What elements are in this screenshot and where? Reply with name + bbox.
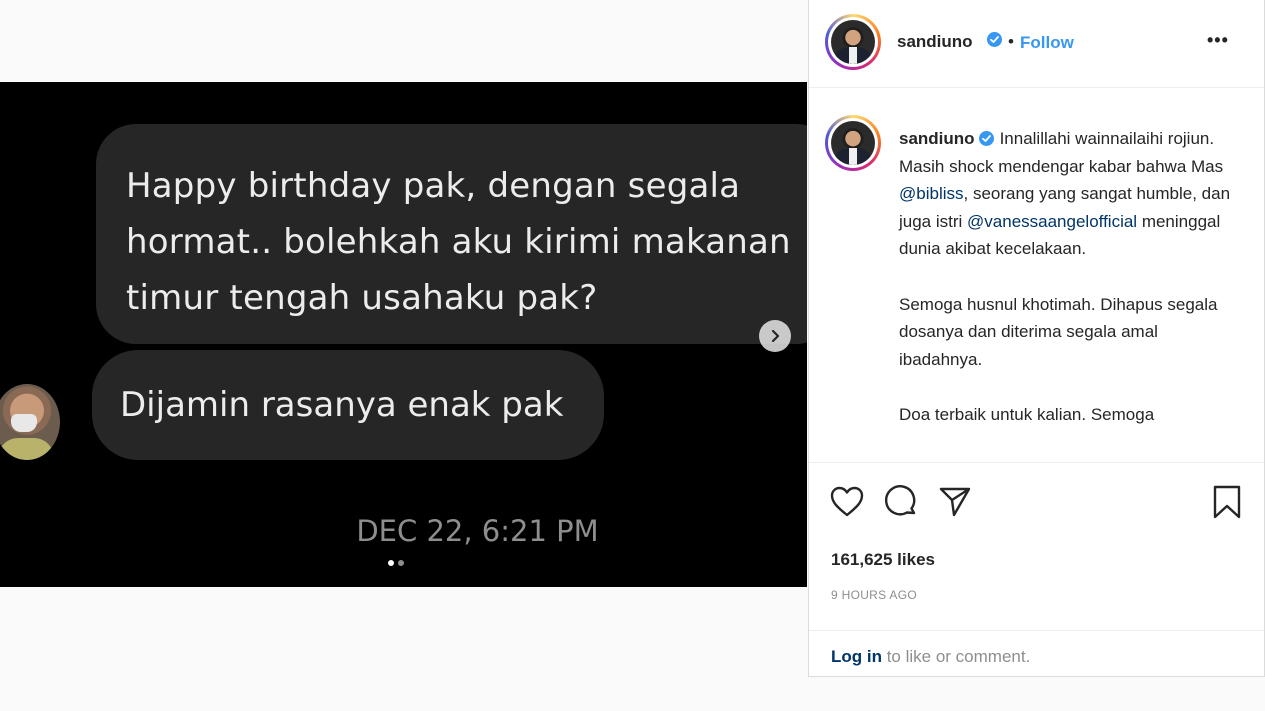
- caption-avatar[interactable]: [825, 115, 881, 171]
- post-header: sandiuno • Follow •••: [809, 0, 1264, 88]
- carousel-indicator: [388, 560, 404, 566]
- message-bubble-1: Happy birthday pak, dengan segala hormat…: [96, 124, 807, 344]
- comment-icon[interactable]: [883, 484, 919, 520]
- carousel-dot-active: [388, 560, 394, 566]
- login-prompt: Log in to like or comment.: [831, 647, 1030, 667]
- more-options-icon[interactable]: •••: [1207, 30, 1229, 51]
- post-side-panel: sandiuno • Follow ••• sandiuno Innalillah…: [808, 0, 1265, 677]
- story-ring-avatar[interactable]: [825, 14, 881, 70]
- verified-badge-icon: [987, 32, 1002, 47]
- chevron-right-icon: [771, 329, 780, 343]
- avatar: [831, 121, 875, 165]
- caption-username[interactable]: sandiuno: [899, 129, 975, 148]
- mention-link[interactable]: @bibliss: [899, 184, 964, 203]
- message-bubble-2: Dijamin rasanya enak pak: [92, 350, 604, 460]
- caption-paragraph-3: Doa terbaik untuk kalian. Semoga: [899, 405, 1155, 424]
- caption-section: sandiuno Innalillahi wainnailaihi rojiun.…: [809, 89, 1264, 463]
- share-icon[interactable]: [937, 484, 973, 520]
- message-text-2: Dijamin rasanya enak pak: [120, 385, 564, 425]
- message-timestamp: DEC 22, 6:21 PM: [356, 514, 599, 548]
- carousel-dot: [398, 560, 404, 566]
- login-prompt-bar: Log in to like or comment.: [809, 630, 1264, 676]
- post-time[interactable]: 9 HOURS AGO: [831, 588, 917, 602]
- message-text-1: Happy birthday pak, dengan segala hormat…: [126, 166, 791, 318]
- verified-badge-icon: [978, 131, 994, 146]
- header-username[interactable]: sandiuno: [897, 32, 973, 52]
- avatar: [831, 20, 875, 64]
- caption-paragraph-1: sandiuno Innalillahi wainnailaihi rojiun.…: [899, 125, 1244, 263]
- action-bar: [809, 478, 1264, 528]
- header-separator: •: [1008, 32, 1014, 51]
- page-background-bottom: [0, 587, 808, 677]
- post-caption: sandiuno Innalillahi wainnailaihi rojiun.…: [899, 125, 1244, 457]
- carousel-next-button[interactable]: [759, 320, 791, 352]
- login-link[interactable]: Log in: [831, 647, 882, 666]
- bookmark-icon[interactable]: [1209, 484, 1245, 520]
- mention-link[interactable]: @vanessaangelofficial: [967, 212, 1137, 231]
- caption-paragraph-2: Semoga husnul khotimah. Dihapus segala d…: [899, 294, 1218, 369]
- like-count[interactable]: 161,625 likes: [831, 550, 935, 570]
- heart-icon[interactable]: [829, 484, 865, 520]
- sender-avatar: [0, 384, 60, 460]
- post-media[interactable]: Happy birthday pak, dengan segala hormat…: [0, 82, 807, 587]
- follow-button[interactable]: Follow: [1020, 33, 1074, 53]
- login-prompt-text: to like or comment.: [881, 647, 1031, 666]
- page-background-top: [0, 0, 808, 82]
